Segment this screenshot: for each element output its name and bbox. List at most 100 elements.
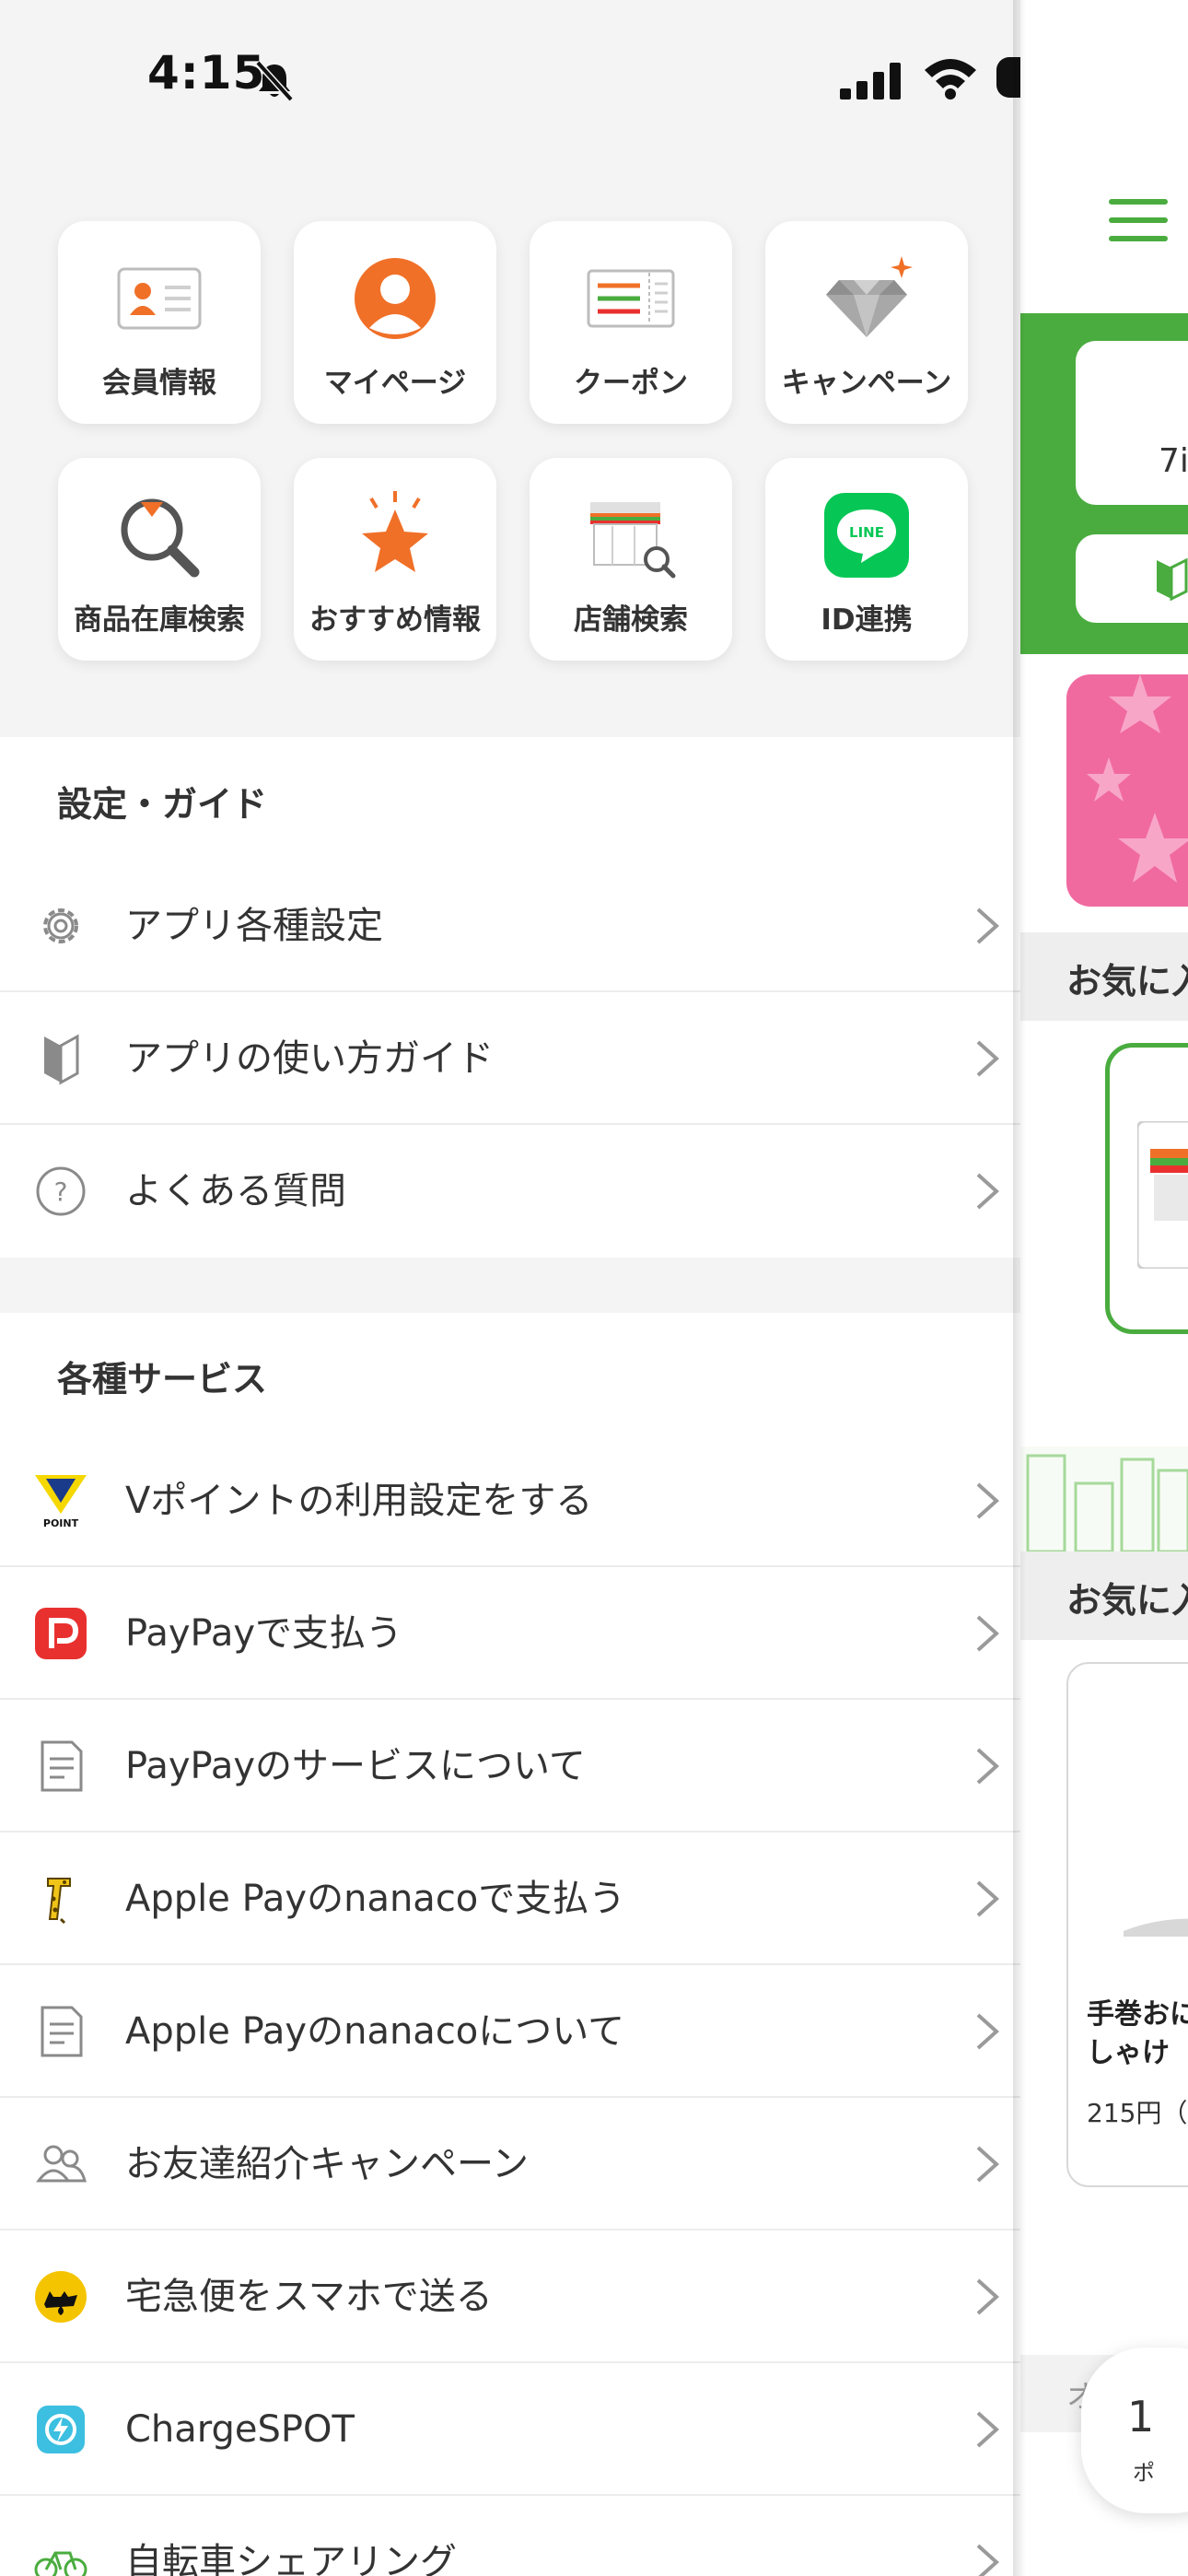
menu-item-label: 自転車シェアリング bbox=[125, 2541, 457, 2576]
svg-text:LINE: LINE bbox=[849, 524, 884, 541]
tile-recommended[interactable]: おすすめ情報 bbox=[294, 458, 496, 661]
person-icon bbox=[355, 258, 436, 339]
favorites-label: お気に入 bbox=[1066, 961, 1188, 1001]
line-icon: LINE bbox=[824, 493, 909, 578]
menu-item-bike-share[interactable]: 自転車シェアリング bbox=[0, 2496, 1020, 2576]
chevron-right-icon bbox=[976, 2146, 999, 2183]
tile-campaign[interactable]: キャンペーン bbox=[765, 221, 968, 424]
point-count: 1 bbox=[1127, 2392, 1155, 2441]
menu-item-faq[interactable]: ? よくある質問 bbox=[0, 1125, 1020, 1258]
chevron-right-icon bbox=[976, 1482, 999, 1519]
chevron-right-icon bbox=[976, 2411, 999, 2448]
banner[interactable] bbox=[1066, 674, 1188, 907]
settings-section-title: 設定・ガイド bbox=[57, 784, 268, 825]
card-text: 7i bbox=[1159, 442, 1188, 480]
tile-my-page[interactable]: マイページ bbox=[294, 221, 496, 424]
beginner-mark-icon bbox=[1157, 557, 1188, 601]
coupon-icon bbox=[587, 269, 675, 328]
menu-item-label: Apple Payのnanacoについて bbox=[125, 2010, 625, 2053]
hamburger-menu-icon[interactable] bbox=[1109, 195, 1168, 245]
tile-label: 商品在庫検索 bbox=[74, 603, 245, 637]
tile-label: 会員情報 bbox=[102, 367, 216, 400]
favorite-store-card[interactable] bbox=[1105, 1043, 1188, 1334]
favorites-label: お気に入 bbox=[1066, 1580, 1188, 1621]
menu-item-vpoint[interactable]: POINT Vポイントの利用設定をする bbox=[0, 1434, 1020, 1567]
product-price: 215円（ bbox=[1087, 2098, 1188, 2128]
store-icon bbox=[1137, 1121, 1188, 1269]
drawer-edge-shadow bbox=[1013, 0, 1026, 2576]
tile-label: キャンペーン bbox=[781, 367, 952, 400]
member-card-icon bbox=[117, 267, 202, 330]
menu-item-paypay-about[interactable]: PayPayのサービスについて bbox=[0, 1700, 1020, 1832]
status-time: 4:15 bbox=[147, 46, 266, 100]
menu-item-takkyubin[interactable]: 宅急便をスマホで送る bbox=[0, 2231, 1020, 2363]
tile-store-search[interactable]: 店舗検索 bbox=[530, 458, 732, 661]
menu-item-label: 宅急便をスマホで送る bbox=[125, 2276, 493, 2318]
chevron-right-icon bbox=[976, 1615, 999, 1652]
menu-item-label: ChargeSPOT bbox=[125, 2408, 355, 2451]
tile-stock-search[interactable]: 商品在庫検索 bbox=[58, 458, 261, 661]
chargespot-icon bbox=[37, 2406, 85, 2453]
menu-item-label: よくある質問 bbox=[125, 1170, 346, 1212]
guide-button[interactable] bbox=[1076, 534, 1188, 623]
chevron-right-icon bbox=[976, 2544, 999, 2576]
menu-item-label: アプリの使い方ガイド bbox=[125, 1037, 494, 1080]
services-section-title: 各種サービス bbox=[57, 1359, 268, 1399]
chevron-right-icon bbox=[976, 2278, 999, 2315]
member-card[interactable]: 7i bbox=[1076, 341, 1188, 505]
menu-item-nanaco-pay[interactable]: Apple Payのnanacoで支払う bbox=[0, 1832, 1020, 1965]
store-search-icon bbox=[590, 502, 676, 579]
background-screen[interactable]: 7i お気に入 お気に入 bbox=[1020, 0, 1188, 2576]
product-card[interactable]: 手巻おに しゃけ 215円（ bbox=[1066, 1662, 1188, 2187]
menu-item-label: アプリ各種設定 bbox=[125, 905, 383, 947]
side-menu-drawer: 4:15 35 会員情報 bbox=[0, 0, 1020, 2576]
menu-item-paypay-pay[interactable]: PayPayで支払う bbox=[0, 1567, 1020, 1700]
menu-item-label: Vポイントの利用設定をする bbox=[125, 1480, 593, 1522]
city-illustration bbox=[1020, 1446, 1188, 1551]
black-cat-icon bbox=[35, 2271, 87, 2323]
menu-item-nanaco-about[interactable]: Apple Payのnanacoについて bbox=[0, 1965, 1020, 2098]
vpoint-icon: POINT bbox=[33, 1473, 88, 1528]
tile-label: ID連携 bbox=[821, 603, 913, 637]
point-badge-button[interactable]: 1 ポ bbox=[1081, 2348, 1188, 2513]
question-icon: ? bbox=[36, 1166, 86, 1216]
menu-item-label: PayPayのサービスについて bbox=[125, 1745, 586, 1787]
svg-text:POINT: POINT bbox=[43, 1517, 79, 1528]
chevron-right-icon bbox=[976, 1880, 999, 1917]
point-label: ポ bbox=[1133, 2460, 1155, 2486]
menu-item-label: PayPayで支払う bbox=[125, 1612, 403, 1655]
diamond-icon bbox=[826, 256, 913, 337]
chevron-right-icon bbox=[976, 1040, 999, 1077]
chevron-right-icon bbox=[976, 907, 999, 944]
paypay-icon bbox=[35, 1608, 87, 1659]
chevron-right-icon bbox=[976, 2013, 999, 2050]
magnifier-icon bbox=[121, 498, 200, 578]
tile-id-link[interactable]: LINE ID連携 bbox=[765, 458, 968, 661]
beginner-mark-icon bbox=[44, 1034, 79, 1085]
menu-item-usage-guide[interactable]: アプリの使い方ガイド bbox=[0, 992, 1020, 1125]
menu-item-friend-referral[interactable]: お友達紹介キャンペーン bbox=[0, 2098, 1020, 2231]
svg-text:?: ? bbox=[54, 1177, 68, 1207]
signal-icon bbox=[840, 63, 901, 100]
tile-coupon[interactable]: クーポン bbox=[530, 221, 732, 424]
favorites-header-1: お気に入 bbox=[1020, 932, 1188, 1021]
menu-item-app-settings[interactable]: アプリ各種設定 bbox=[0, 860, 1020, 992]
menu-item-label: Apple Payのnanacoで支払う bbox=[125, 1878, 626, 1920]
tile-label: マイページ bbox=[323, 367, 467, 400]
menu-item-chargespot[interactable]: ChargeSPOT bbox=[0, 2363, 1020, 2496]
tile-member-info[interactable]: 会員情報 bbox=[58, 221, 261, 424]
favorites-header-2: お気に入 bbox=[1020, 1551, 1188, 1640]
document-icon bbox=[41, 2006, 83, 2057]
tile-label: おすすめ情報 bbox=[309, 603, 481, 637]
gear-icon bbox=[43, 908, 78, 943]
silent-bell-icon bbox=[255, 60, 294, 102]
wifi-icon bbox=[925, 59, 976, 100]
nanaco-giraffe-icon bbox=[47, 1878, 71, 1925]
friends-icon bbox=[36, 2145, 87, 2183]
chevron-right-icon bbox=[976, 1748, 999, 1785]
document-icon bbox=[41, 1740, 83, 1792]
star-icon bbox=[362, 491, 428, 572]
tile-label: クーポン bbox=[574, 367, 688, 400]
onigiri-image bbox=[1124, 1918, 1188, 1937]
section-divider bbox=[0, 1258, 1020, 1313]
